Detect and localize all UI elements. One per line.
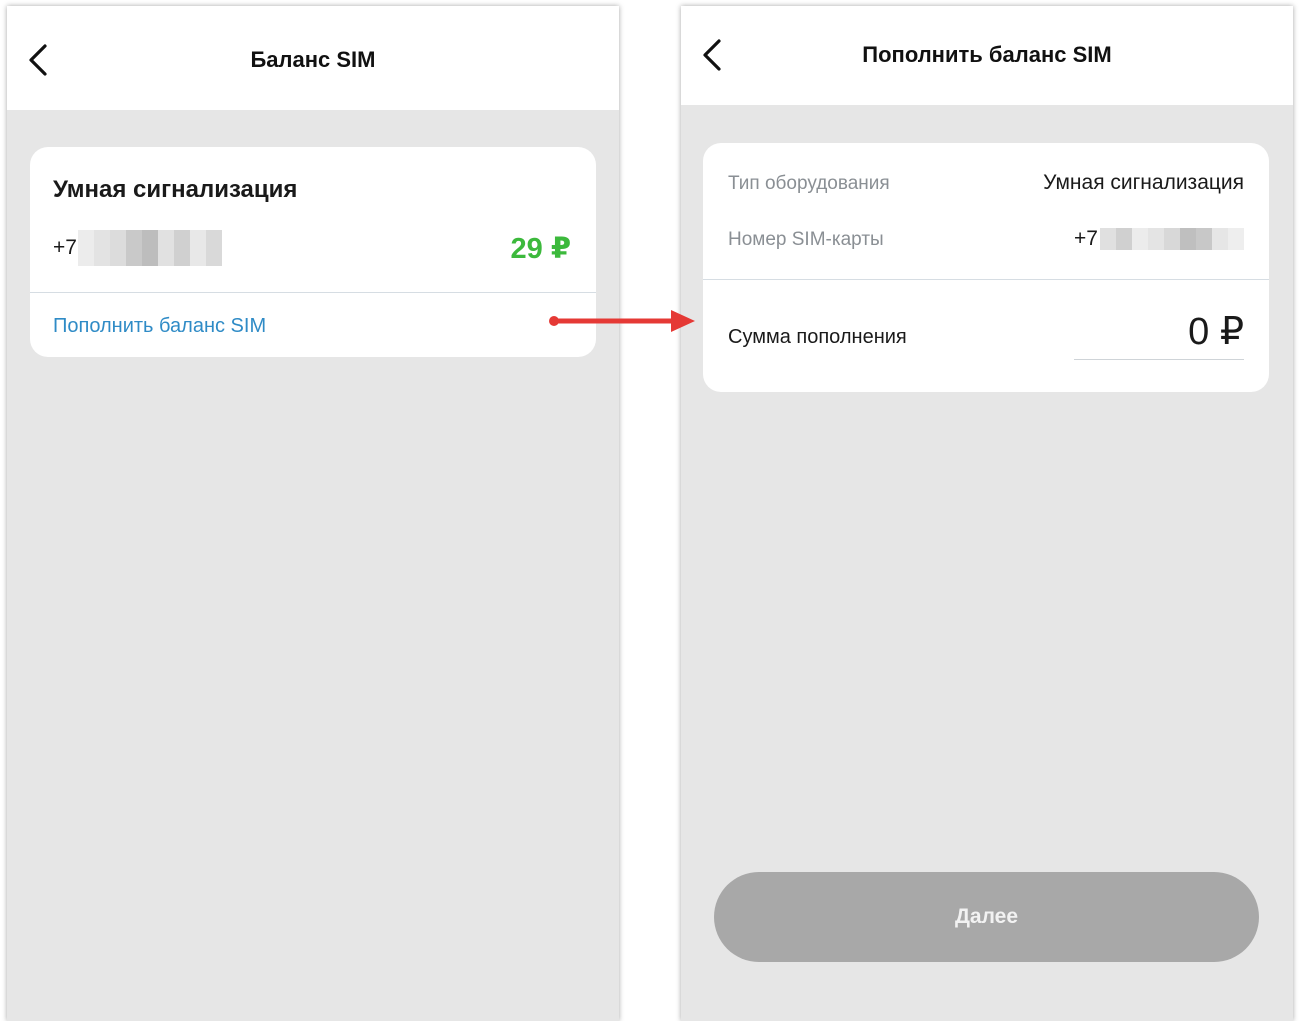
topup-amount-label: Сумма пополнения [728,326,907,348]
sim-balance-screen: Баланс SIM Умная сигнализация +7 29 ₽ По… [7,6,619,1021]
top-bar: Баланс SIM [7,6,619,110]
next-button[interactable]: Далее [714,872,1259,962]
topup-amount-input[interactable] [1074,303,1244,360]
balance-amount: 29 ₽ [510,233,572,265]
redacted-sim-digits [1100,228,1244,250]
sim-number-label: Номер SIM-карты [728,229,884,250]
redacted-phone-digits [77,230,222,266]
sim-number-value: +7 [1074,227,1244,251]
page-title: Пополнить баланс SIM [862,42,1112,67]
sim-number-prefix: +7 [1074,227,1098,250]
composite-stage: Баланс SIM Умная сигнализация +7 29 ₽ По… [0,0,1301,1021]
divider [703,279,1269,280]
device-name: Умная сигнализация [53,176,298,203]
divider [30,292,596,293]
topup-sim-screen: Пополнить баланс SIM Тип оборудования Ум… [681,6,1293,1021]
phone-number: +7 [53,229,222,267]
sim-card: Умная сигнализация +7 29 ₽ Пополнить бал… [30,147,596,357]
phone-prefix: +7 [53,236,77,259]
top-bar: Пополнить баланс SIM [681,6,1293,105]
equipment-type-label: Тип оборудования [728,173,890,194]
equipment-type-value: Умная сигнализация [1043,171,1244,194]
red-arrow-icon [549,310,695,332]
topup-balance-link[interactable]: Пополнить баланс SIM [53,315,266,338]
page-title: Баланс SIM [250,47,376,72]
topup-form-card: Тип оборудования Умная сигнализация Номе… [703,143,1269,392]
